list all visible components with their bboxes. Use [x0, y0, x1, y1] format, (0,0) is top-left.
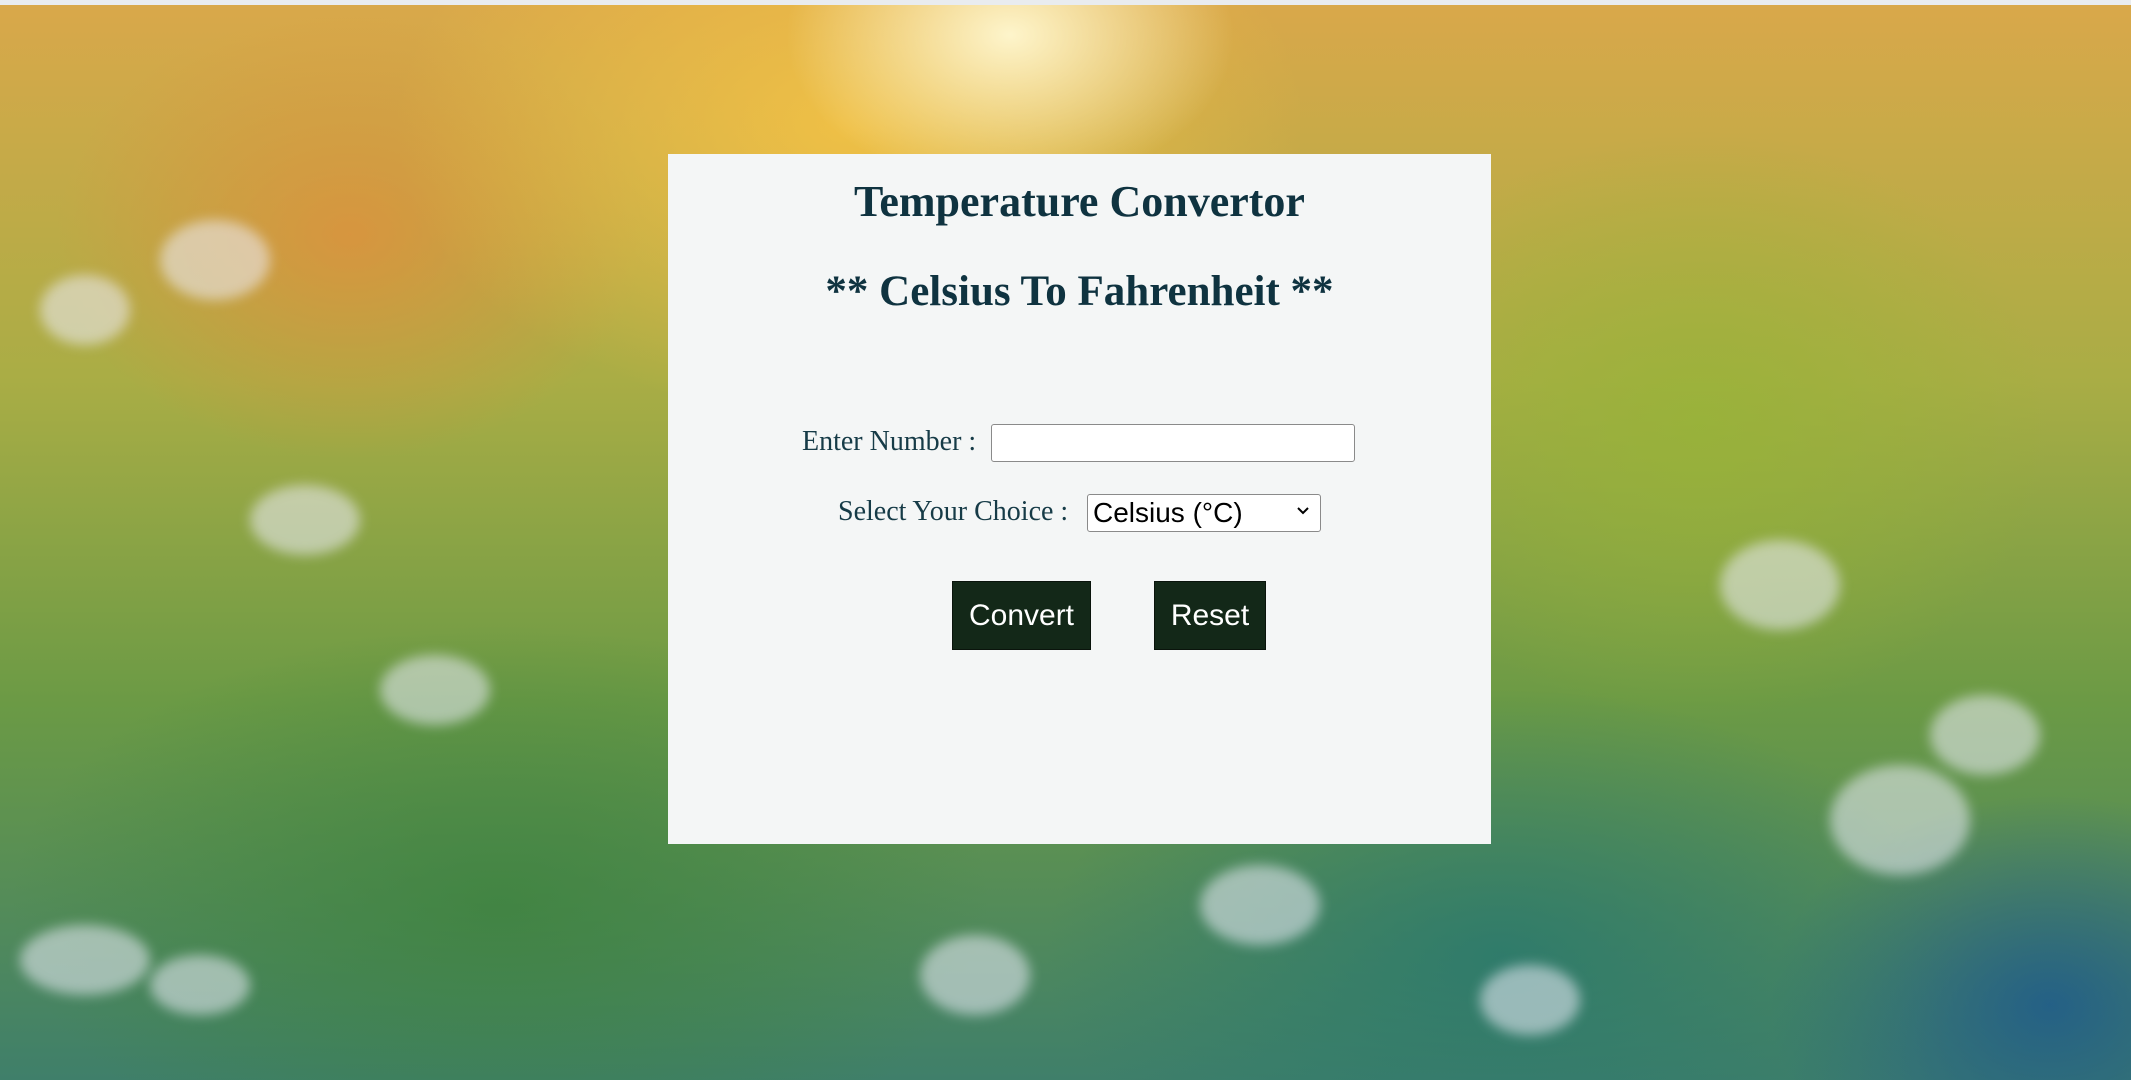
bokeh-flower: [1720, 540, 1840, 630]
convert-button[interactable]: Convert: [952, 581, 1091, 650]
bokeh-flower: [20, 925, 150, 995]
bokeh-flower: [40, 275, 130, 345]
choice-label: Select Your Choice :: [838, 496, 1069, 527]
number-label: Enter Number :: [802, 426, 977, 457]
bokeh-flower: [1930, 695, 2040, 775]
bokeh-flower: [1200, 865, 1320, 945]
page-title: Temperature Convertor: [854, 177, 1305, 226]
bokeh-flower: [1480, 965, 1580, 1035]
number-input[interactable]: [991, 424, 1355, 462]
bokeh-flower: [920, 935, 1030, 1015]
converter-card: Temperature Convertor ** Celsius To Fahr…: [668, 154, 1491, 844]
unit-select-value: Celsius (°C): [1093, 497, 1243, 528]
bokeh-flower: [1830, 765, 1970, 875]
bokeh-flower: [150, 955, 250, 1015]
bokeh-flower: [380, 655, 490, 725]
bokeh-flower: [160, 220, 270, 300]
conversion-subtitle: ** Celsius To Fahrenheit **: [825, 268, 1334, 315]
unit-select[interactable]: Celsius (°C): [1087, 494, 1321, 532]
bokeh-flower: [250, 485, 360, 555]
reset-button[interactable]: Reset: [1154, 581, 1266, 650]
chevron-down-icon: [1297, 507, 1309, 515]
